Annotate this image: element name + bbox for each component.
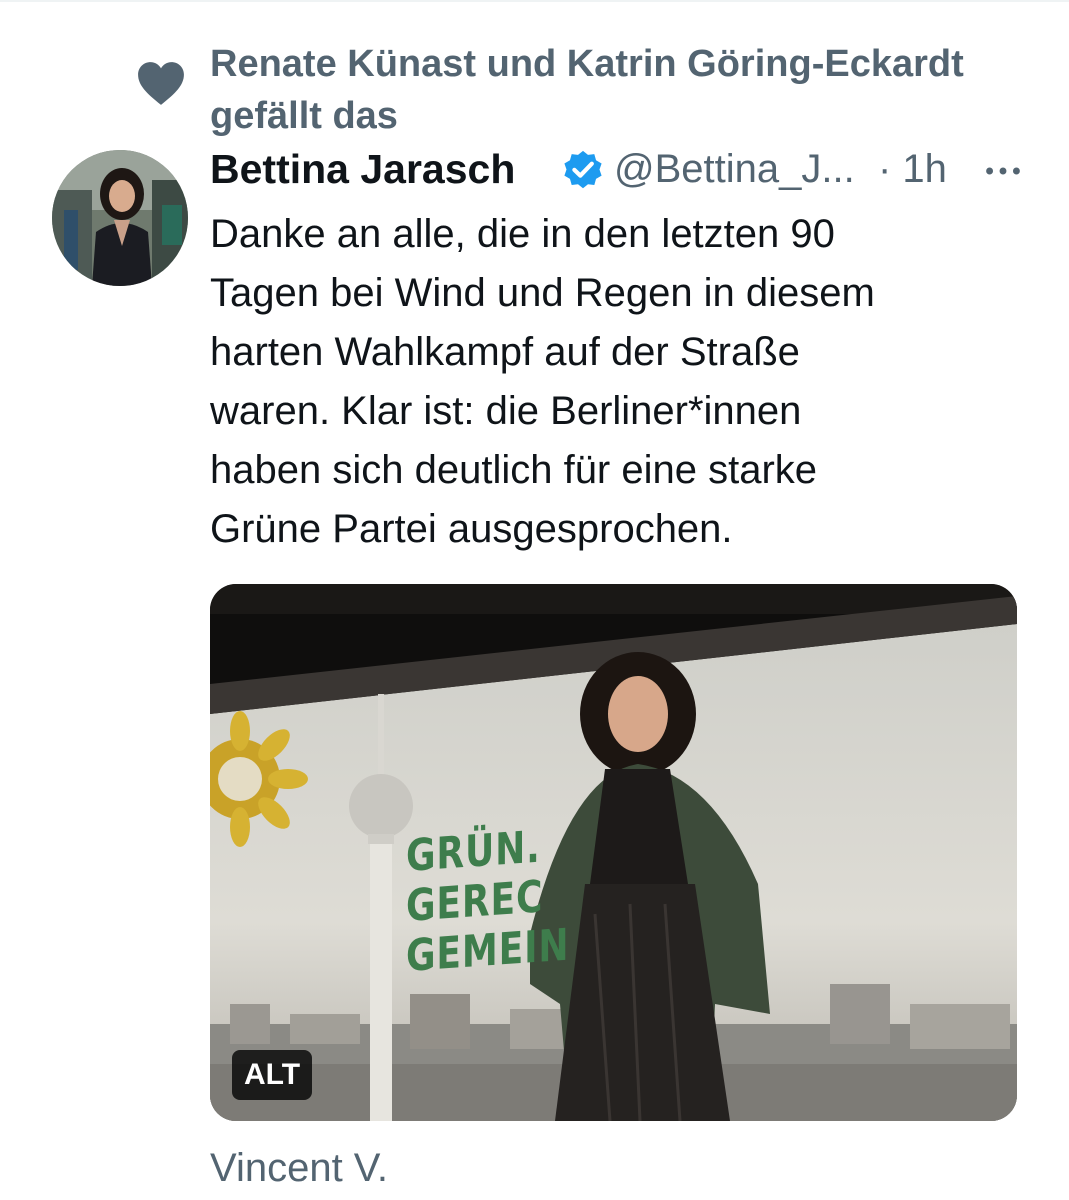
social-context-text[interactable]: Renate Künast und Katrin Göring-Eckardt …: [210, 38, 1040, 142]
campaign-photo: [210, 584, 1017, 1121]
tweet-timestamp[interactable]: · 1h: [878, 147, 947, 192]
author-handle[interactable]: @Bettina_J...: [614, 147, 855, 192]
avatar-image: [52, 150, 188, 286]
author-name[interactable]: Bettina Jarasch: [210, 146, 515, 193]
verified-badge-icon: [564, 150, 602, 189]
avatar[interactable]: [52, 150, 188, 286]
alt-text-badge[interactable]: ALT: [232, 1050, 313, 1100]
more-horizontal-icon[interactable]: [980, 148, 1026, 194]
tweet-text: Danke an alle, die in den letzten 90 Tag…: [210, 212, 875, 551]
next-tweet-author[interactable]: Vincent V.: [210, 1146, 388, 1191]
media-slogan: GRÜN. GEREC GEMEIN: [406, 821, 569, 982]
tweet-header: Bettina Jarasch @Bettina_J... · 1h: [210, 142, 1020, 202]
heart-icon: [138, 62, 184, 105]
top-divider: [0, 0, 1069, 2]
tweet-media-image[interactable]: GRÜN. GEREC GEMEIN ALT: [210, 584, 1017, 1121]
